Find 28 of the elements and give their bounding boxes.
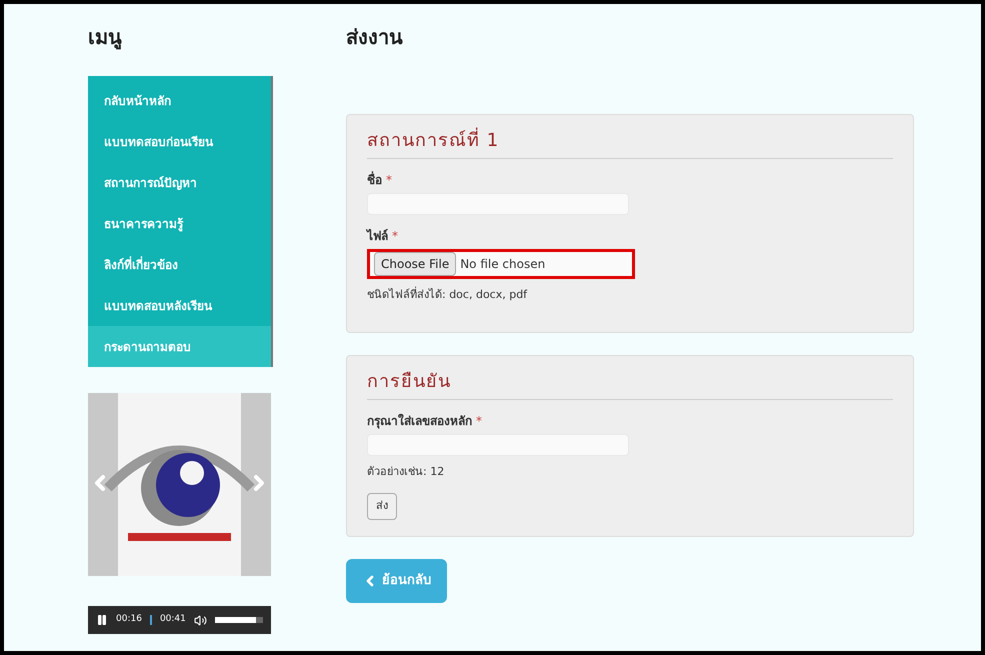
menu-item[interactable]: สถานการณ์ปัญหา bbox=[88, 162, 271, 203]
page-title: ส่งงาน bbox=[346, 24, 404, 51]
submit-button[interactable]: ส่ง bbox=[367, 493, 397, 520]
menu-item[interactable]: กลับหน้าหลัก bbox=[88, 80, 271, 121]
menu-item[interactable]: แบบทดสอบก่อนเรียน bbox=[88, 121, 271, 162]
required-mark: * bbox=[392, 228, 398, 245]
field-label: ชื่อ bbox=[367, 171, 382, 189]
menu-title: เมนู bbox=[88, 24, 123, 52]
required-mark: * bbox=[476, 412, 482, 430]
help-text: ชนิดไฟล์ที่ส่งได้: doc, docx, pdf bbox=[367, 287, 528, 303]
field-label: ไฟล์ bbox=[367, 228, 388, 245]
menu-item[interactable]: กระดานถามตอบ bbox=[88, 326, 271, 367]
elapsed-time: 00:16 bbox=[116, 613, 142, 626]
menu-item[interactable]: ธนาคารความรู้ bbox=[88, 203, 271, 244]
section-heading: การยืนยัน bbox=[367, 368, 893, 400]
back-button[interactable]: ย้อนกลับ bbox=[346, 558, 447, 602]
volume-icon[interactable] bbox=[194, 614, 207, 626]
help-text: ตัวอย่างเช่น: 12 bbox=[367, 464, 446, 480]
required-mark: * bbox=[386, 172, 392, 189]
pause-icon[interactable] bbox=[96, 614, 108, 626]
duration-time: 00:41 bbox=[160, 613, 186, 626]
choose-file-button[interactable]: Choose File bbox=[374, 252, 456, 276]
file-status: No file chosen bbox=[460, 256, 546, 273]
section-heading: สถานการณ์ที่ 1 bbox=[367, 127, 893, 159]
field-label: กรุณาใส่เลขสองหลัก bbox=[367, 412, 472, 430]
menu-item[interactable]: แบบทดสอบหลังเรียน bbox=[88, 285, 271, 326]
file-input[interactable]: Choose File No file chosen bbox=[367, 249, 635, 279]
menu-item[interactable]: ลิงก์ที่เกี่ยวข้อง bbox=[88, 244, 271, 285]
